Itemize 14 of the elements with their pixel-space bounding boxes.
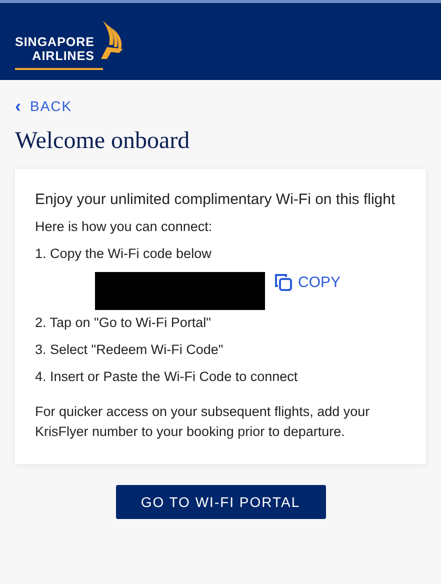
step-text: 3. Select "Redeem Wi-Fi Code" [35, 341, 224, 359]
note-text: For quicker access on your subsequent flights, add your KrisFlyer number to your booking prior to departure. [35, 403, 371, 441]
chevron-icon: ‹ [15, 99, 22, 113]
logo-wordmark: SINGAPORE AIRLINES [15, 34, 95, 63]
card-heading: Enjoy your unlimited complimentary Wi-Fi on this flight [35, 190, 396, 210]
page-title: Welcome onboard [15, 128, 191, 155]
wifi-portal-button[interactable]: GO TO WI-FI PORTAL [116, 485, 326, 519]
copy-icon [273, 272, 293, 292]
step-text: 2. Tap on "Go to Wi-Fi Portal" [35, 314, 212, 332]
step-text: 4. Insert or Paste the Wi-Fi Code to connect [35, 368, 299, 386]
intro-text: Here is how you can connect: [35, 218, 214, 236]
copy-button[interactable]: COPY [273, 272, 341, 292]
back-link[interactable]: ‹ BACK [15, 98, 426, 114]
step-text: 1. Copy the Wi-Fi code below [35, 245, 212, 263]
